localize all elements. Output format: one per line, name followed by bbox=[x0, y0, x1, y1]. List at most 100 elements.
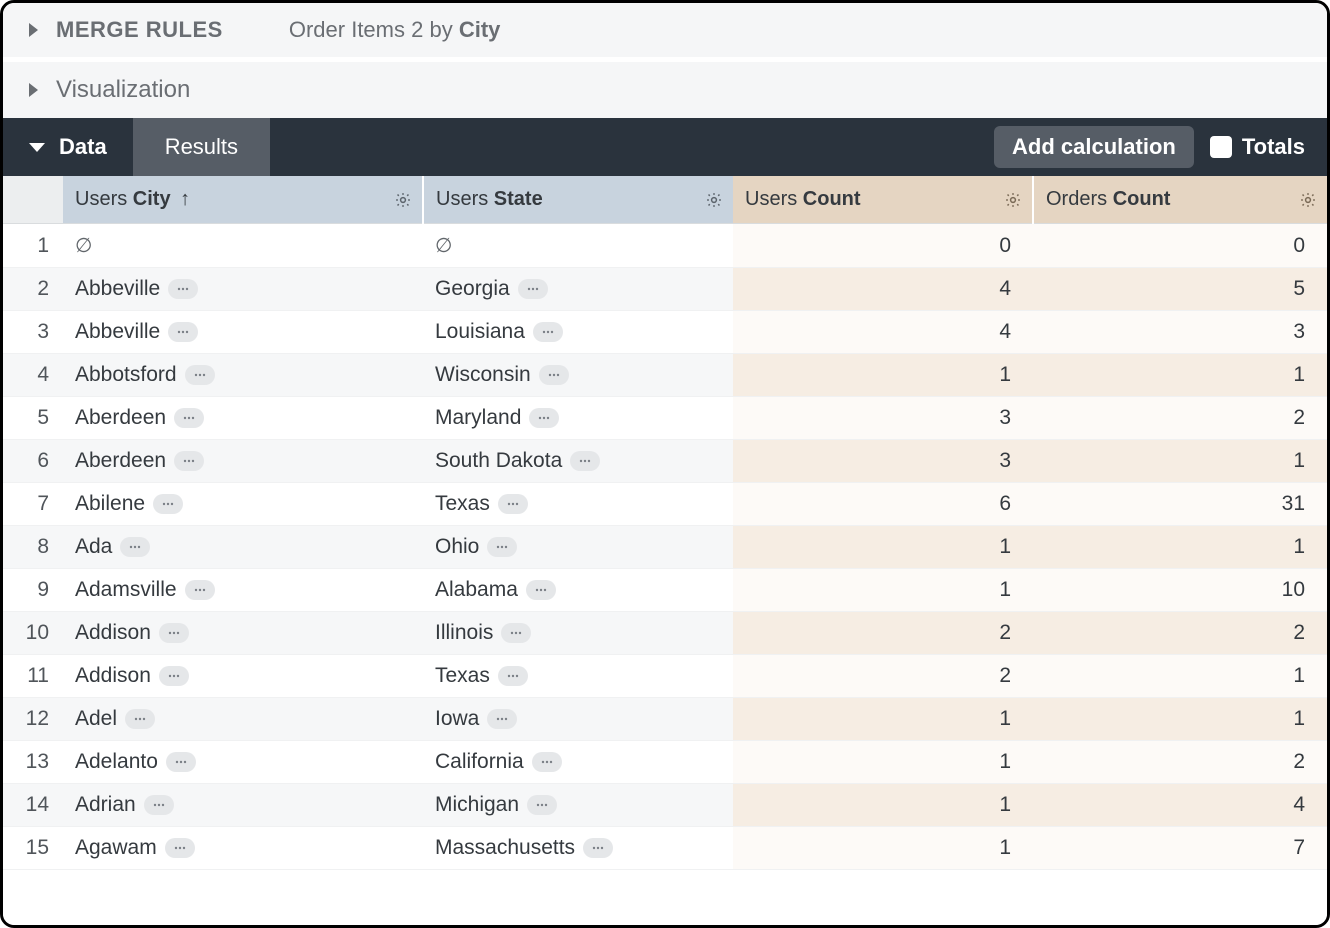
cell-orders-count[interactable]: 1 bbox=[1033, 440, 1327, 483]
cell-orders-count[interactable]: 0 bbox=[1033, 224, 1327, 268]
cell-users-count[interactable]: 1 bbox=[733, 698, 1033, 741]
cell-state[interactable]: Texas bbox=[423, 483, 733, 526]
header-users-city[interactable]: Users City ↑ bbox=[63, 176, 423, 224]
cell-orders-count[interactable]: 2 bbox=[1033, 612, 1327, 655]
ellipsis-icon[interactable] bbox=[570, 451, 600, 471]
ellipsis-icon[interactable] bbox=[501, 623, 531, 643]
gear-icon[interactable] bbox=[705, 191, 723, 209]
ellipsis-icon[interactable] bbox=[120, 537, 150, 557]
cell-city[interactable]: ∅ bbox=[63, 224, 423, 268]
cell-orders-count[interactable]: 10 bbox=[1033, 569, 1327, 612]
cell-users-count[interactable]: 1 bbox=[733, 784, 1033, 827]
header-users-count[interactable]: Users Count bbox=[733, 176, 1033, 224]
cell-state[interactable]: Iowa bbox=[423, 698, 733, 741]
ellipsis-icon[interactable] bbox=[185, 365, 215, 385]
cell-users-count[interactable]: 1 bbox=[733, 569, 1033, 612]
cell-orders-count[interactable]: 2 bbox=[1033, 397, 1327, 440]
ellipsis-icon[interactable] bbox=[498, 494, 528, 514]
cell-city[interactable]: Adamsville bbox=[63, 569, 423, 612]
cell-users-count[interactable]: 1 bbox=[733, 827, 1033, 870]
ellipsis-icon[interactable] bbox=[174, 408, 204, 428]
cell-city[interactable]: Aberdeen bbox=[63, 440, 423, 483]
ellipsis-icon[interactable] bbox=[518, 279, 548, 299]
cell-users-count[interactable]: 1 bbox=[733, 354, 1033, 397]
cell-city[interactable]: Abbeville bbox=[63, 268, 423, 311]
add-calculation-button[interactable]: Add calculation bbox=[994, 126, 1194, 168]
cell-orders-count[interactable]: 1 bbox=[1033, 526, 1327, 569]
gear-icon[interactable] bbox=[1004, 191, 1022, 209]
ellipsis-icon[interactable] bbox=[185, 580, 215, 600]
cell-orders-count[interactable]: 1 bbox=[1033, 354, 1327, 397]
cell-city[interactable]: Addison bbox=[63, 612, 423, 655]
cell-state[interactable]: California bbox=[423, 741, 733, 784]
totals-toggle[interactable]: Totals bbox=[1204, 118, 1327, 176]
cell-city[interactable]: Adrian bbox=[63, 784, 423, 827]
ellipsis-icon[interactable] bbox=[168, 322, 198, 342]
cell-users-count[interactable]: 3 bbox=[733, 397, 1033, 440]
cell-orders-count[interactable]: 1 bbox=[1033, 698, 1327, 741]
ellipsis-icon[interactable] bbox=[159, 623, 189, 643]
cell-orders-count[interactable]: 2 bbox=[1033, 741, 1327, 784]
cell-city[interactable]: Abbotsford bbox=[63, 354, 423, 397]
data-section-toggle[interactable]: Data bbox=[3, 118, 133, 176]
ellipsis-icon[interactable] bbox=[533, 322, 563, 342]
ellipsis-icon[interactable] bbox=[153, 494, 183, 514]
cell-city[interactable]: Agawam bbox=[63, 827, 423, 870]
gear-icon[interactable] bbox=[1299, 191, 1317, 209]
cell-city[interactable]: Abbeville bbox=[63, 311, 423, 354]
cell-state[interactable]: Louisiana bbox=[423, 311, 733, 354]
cell-state[interactable]: Massachusetts bbox=[423, 827, 733, 870]
ellipsis-icon[interactable] bbox=[159, 666, 189, 686]
cell-users-count[interactable]: 6 bbox=[733, 483, 1033, 526]
cell-city[interactable]: Adelanto bbox=[63, 741, 423, 784]
ellipsis-icon[interactable] bbox=[168, 279, 198, 299]
ellipsis-icon[interactable] bbox=[487, 709, 517, 729]
cell-users-count[interactable]: 4 bbox=[733, 268, 1033, 311]
visualization-panel-header[interactable]: Visualization bbox=[3, 62, 1327, 118]
cell-orders-count[interactable]: 5 bbox=[1033, 268, 1327, 311]
ellipsis-icon[interactable] bbox=[166, 752, 196, 772]
ellipsis-icon[interactable] bbox=[539, 365, 569, 385]
cell-orders-count[interactable]: 7 bbox=[1033, 827, 1327, 870]
ellipsis-icon[interactable] bbox=[526, 580, 556, 600]
cell-state[interactable]: Ohio bbox=[423, 526, 733, 569]
cell-users-count[interactable]: 2 bbox=[733, 655, 1033, 698]
cell-state[interactable]: Georgia bbox=[423, 268, 733, 311]
cell-city[interactable]: Aberdeen bbox=[63, 397, 423, 440]
cell-orders-count[interactable]: 31 bbox=[1033, 483, 1327, 526]
ellipsis-icon[interactable] bbox=[165, 838, 195, 858]
cell-state[interactable]: Illinois bbox=[423, 612, 733, 655]
cell-state[interactable]: ∅ bbox=[423, 224, 733, 268]
cell-users-count[interactable]: 1 bbox=[733, 741, 1033, 784]
cell-city[interactable]: Abilene bbox=[63, 483, 423, 526]
ellipsis-icon[interactable] bbox=[174, 451, 204, 471]
cell-users-count[interactable]: 4 bbox=[733, 311, 1033, 354]
cell-orders-count[interactable]: 3 bbox=[1033, 311, 1327, 354]
cell-state[interactable]: Wisconsin bbox=[423, 354, 733, 397]
cell-state[interactable]: Alabama bbox=[423, 569, 733, 612]
ellipsis-icon[interactable] bbox=[527, 795, 557, 815]
cell-users-count[interactable]: 1 bbox=[733, 526, 1033, 569]
gear-icon[interactable] bbox=[394, 191, 412, 209]
cell-city[interactable]: Ada bbox=[63, 526, 423, 569]
ellipsis-icon[interactable] bbox=[125, 709, 155, 729]
cell-orders-count[interactable]: 4 bbox=[1033, 784, 1327, 827]
cell-state[interactable]: Maryland bbox=[423, 397, 733, 440]
ellipsis-icon[interactable] bbox=[529, 408, 559, 428]
cell-orders-count[interactable]: 1 bbox=[1033, 655, 1327, 698]
cell-users-count[interactable]: 3 bbox=[733, 440, 1033, 483]
cell-city[interactable]: Adel bbox=[63, 698, 423, 741]
header-users-state[interactable]: Users State bbox=[423, 176, 733, 224]
cell-city[interactable]: Addison bbox=[63, 655, 423, 698]
cell-users-count[interactable]: 0 bbox=[733, 224, 1033, 268]
checkbox-icon[interactable] bbox=[1210, 136, 1232, 158]
cell-users-count[interactable]: 2 bbox=[733, 612, 1033, 655]
cell-state[interactable]: South Dakota bbox=[423, 440, 733, 483]
ellipsis-icon[interactable] bbox=[532, 752, 562, 772]
ellipsis-icon[interactable] bbox=[487, 537, 517, 557]
tab-results[interactable]: Results bbox=[133, 118, 270, 176]
cell-state[interactable]: Texas bbox=[423, 655, 733, 698]
header-orders-count[interactable]: Orders Count bbox=[1033, 176, 1327, 224]
cell-state[interactable]: Michigan bbox=[423, 784, 733, 827]
ellipsis-icon[interactable] bbox=[498, 666, 528, 686]
